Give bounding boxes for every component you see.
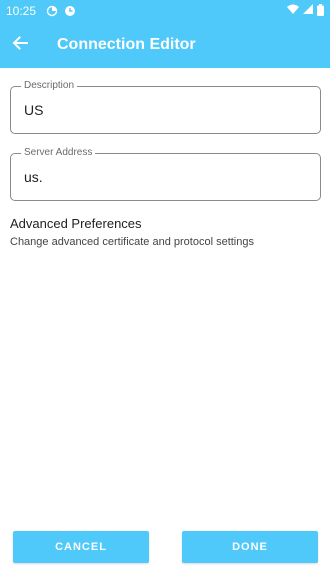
description-input[interactable] xyxy=(24,102,304,118)
status-bar: 10:25 xyxy=(0,0,330,22)
wifi-icon xyxy=(287,4,299,18)
advanced-preferences-title: Advanced Preferences xyxy=(10,216,142,231)
description-label: Description xyxy=(21,80,78,92)
arrow-back-icon xyxy=(12,35,28,56)
description-field[interactable]: Description xyxy=(10,80,321,134)
status-icons-right xyxy=(287,3,324,19)
server-address-label: Server Address xyxy=(21,147,96,159)
app-bar: Connection Editor xyxy=(0,22,330,68)
advanced-preferences-subtitle: Change advanced certificate and protocol… xyxy=(10,236,254,248)
back-button[interactable] xyxy=(0,22,40,68)
server-address-field[interactable]: Server Address xyxy=(10,147,321,201)
sync-icon xyxy=(46,5,58,17)
battery-icon xyxy=(317,3,324,19)
signal-icon xyxy=(303,4,313,18)
page-title: Connection Editor xyxy=(57,36,196,53)
app-notification-icon xyxy=(64,5,76,17)
cancel-button[interactable]: CANCEL xyxy=(13,531,149,563)
advanced-preferences-item[interactable]: Advanced Preferences Change advanced cer… xyxy=(10,216,320,249)
done-button[interactable]: DONE xyxy=(182,531,318,563)
status-time: 10:25 xyxy=(6,4,37,18)
server-address-input[interactable] xyxy=(24,169,304,185)
